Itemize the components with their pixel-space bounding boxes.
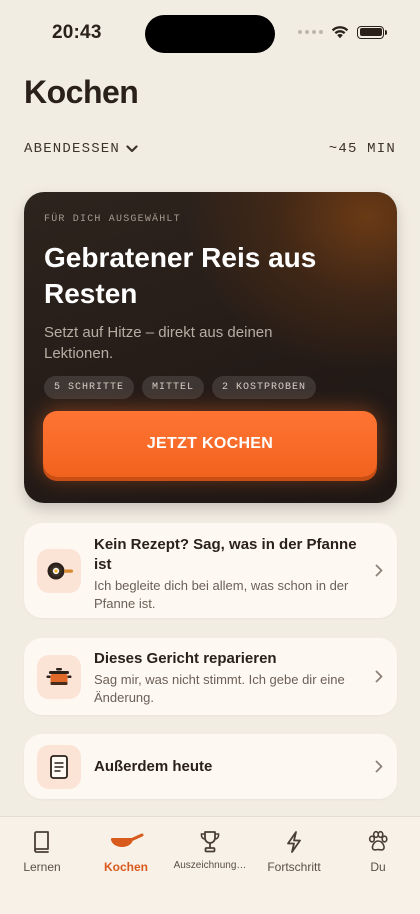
- card-description: Ich begleite dich bei allem, was schon i…: [94, 578, 349, 611]
- status-bar: 20:43: [0, 0, 420, 64]
- card-title: Außerdem heute: [94, 758, 213, 775]
- card-fix-dish[interactable]: Dieses Gericht reparieren Sag mir, was n…: [24, 638, 397, 715]
- book-icon: [34, 831, 49, 853]
- tab-du[interactable]: Du: [336, 817, 420, 914]
- note-icon: [37, 745, 81, 789]
- wifi-icon: [331, 26, 349, 39]
- paw-icon: [368, 830, 388, 851]
- tab-bar: Lernen Kochen Auszeichnung… Fortschritt: [0, 816, 420, 914]
- chip-difficulty: MITTEL: [142, 376, 205, 399]
- frying-pan-icon: [37, 549, 81, 593]
- chip-tastings: 2 KOSTPROBEN: [212, 376, 317, 399]
- recipe-chips: 5 SCHRITTE MITTEL 2 KOSTPROBEN: [44, 376, 317, 399]
- cook-now-button[interactable]: JETZT KOCHEN: [43, 411, 377, 477]
- trophy-icon: [200, 831, 220, 853]
- status-time: 20:43: [52, 22, 102, 43]
- dynamic-island: [145, 15, 275, 53]
- tab-label: Kochen: [103, 860, 148, 874]
- tab-label: Auszeichnung…: [173, 860, 247, 871]
- meal-duration: ~45 MIN: [328, 141, 396, 157]
- chevron-right-icon: [375, 670, 383, 683]
- chevron-right-icon: [375, 564, 383, 577]
- battery-icon: [357, 25, 387, 39]
- meal-dropdown-label: ABENDESSEN: [24, 141, 121, 157]
- card-also-today[interactable]: Außerdem heute: [24, 734, 397, 799]
- recipe-subtitle: Setzt auf Hitze – direkt aus deinen Lekt…: [44, 324, 273, 362]
- bolt-icon: [287, 831, 301, 853]
- tab-kochen[interactable]: Kochen: [84, 817, 168, 914]
- tab-label: Fortschritt: [267, 860, 321, 874]
- chevron-right-icon: [375, 760, 383, 773]
- card-what-is-in-pan[interactable]: Kein Rezept? Sag, was in der Pfanne ist …: [24, 523, 397, 618]
- tab-fortschritt[interactable]: Fortschritt: [252, 817, 336, 914]
- pan-icon: [111, 833, 144, 847]
- recipe-title: Gebratener Reis aus Resten: [44, 242, 317, 309]
- hero-eyebrow: FÜR DICH AUSGEWÄHLT: [44, 214, 181, 225]
- tab-lernen[interactable]: Lernen: [0, 817, 84, 914]
- tab-label: Lernen: [23, 860, 61, 874]
- tab-label: Du: [370, 860, 386, 874]
- cellular-signal-icon: [298, 30, 323, 34]
- status-icons: [298, 25, 387, 39]
- tab-auszeichnungen[interactable]: Auszeichnung…: [168, 817, 252, 914]
- chevron-down-icon: [126, 145, 138, 153]
- card-title: Dieses Gericht reparieren: [94, 650, 277, 667]
- pot-icon: [37, 655, 81, 699]
- chip-steps: 5 SCHRITTE: [44, 376, 135, 399]
- card-description: Sag mir, was nicht stimmt. Ich gebe dir …: [94, 672, 345, 705]
- meal-dropdown[interactable]: ABENDESSEN: [24, 141, 138, 157]
- meal-row: ABENDESSEN ~45 MIN: [24, 141, 396, 157]
- card-title: Kein Rezept? Sag, was in der Pfanne ist: [94, 536, 357, 573]
- page-title: Kochen: [24, 74, 139, 110]
- recommendation-card: FÜR DICH AUSGEWÄHLT Gebratener Reis aus …: [24, 192, 397, 503]
